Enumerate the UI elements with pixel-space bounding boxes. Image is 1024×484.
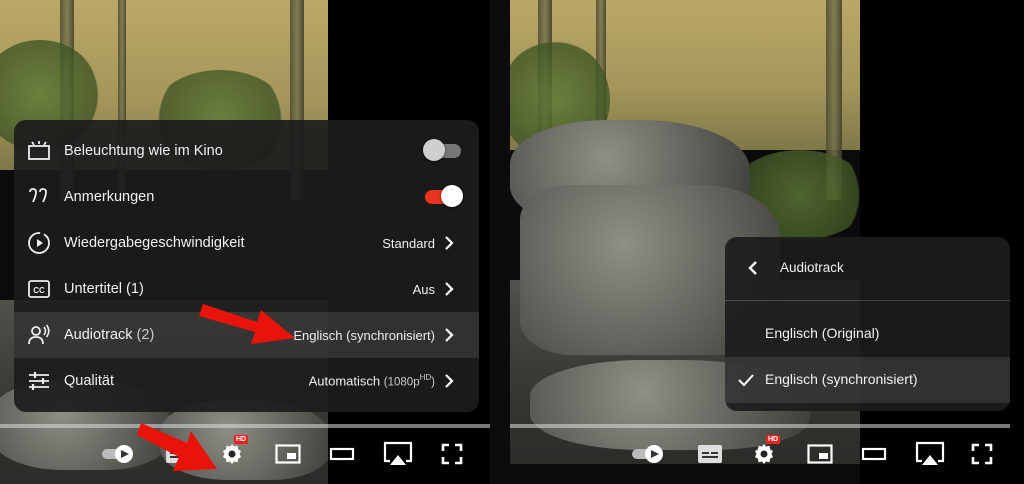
menu-item-quality[interactable]: Qualität Automatisch (1080pHD) bbox=[14, 358, 479, 404]
image-divider bbox=[490, 0, 510, 484]
airplay-button[interactable] bbox=[378, 432, 418, 476]
annotations-icon bbox=[26, 184, 52, 210]
quality-resolution-close: ) bbox=[431, 376, 435, 389]
progress-bar[interactable] bbox=[0, 424, 490, 428]
menu-item-label: Untertitel (1) bbox=[64, 281, 144, 297]
menu-item-value: Standard bbox=[382, 235, 435, 251]
chevron-right-icon bbox=[445, 374, 454, 388]
quality-icon bbox=[26, 368, 52, 394]
menu-item-value: Englisch (synchronisiert) bbox=[293, 327, 435, 343]
audio-option-label: Englisch (synchronisiert) bbox=[765, 371, 918, 387]
hd-badge: HD bbox=[234, 435, 249, 444]
menu-item-label: Beleuchtung wie im Kino bbox=[64, 143, 223, 159]
miniplayer-button[interactable] bbox=[268, 432, 308, 476]
chevron-right-icon bbox=[445, 328, 454, 342]
annotation-arrow-audiotrack bbox=[199, 304, 295, 344]
hd-badge: HD bbox=[766, 435, 781, 444]
settings-button[interactable]: HD bbox=[744, 432, 784, 476]
menu-item-playback-speed[interactable]: Wiedergabegeschwindigkeit Standard bbox=[14, 220, 479, 266]
menu-item-label-group: Audiotrack (2) bbox=[64, 327, 154, 343]
chevron-left-icon[interactable] bbox=[745, 260, 761, 276]
player-controls: HD bbox=[510, 432, 1024, 478]
gear-icon bbox=[755, 444, 773, 464]
ambient-mode-icon bbox=[26, 138, 52, 164]
theater-mode-button[interactable] bbox=[854, 432, 894, 476]
right-video-player[interactable]: Audiotrack Englisch (Original) Englisch … bbox=[510, 0, 1024, 484]
chevron-right-icon bbox=[445, 282, 454, 296]
fullscreen-button[interactable] bbox=[962, 432, 1002, 476]
autoplay-toggle[interactable] bbox=[100, 432, 140, 476]
menu-item-label: Anmerkungen bbox=[64, 189, 155, 205]
menu-item-value-group: Automatisch (1080pHD) bbox=[309, 373, 435, 388]
menu-item-label: Wiedergabegeschwindigkeit bbox=[64, 235, 245, 251]
menu-item-value: Aus bbox=[412, 281, 435, 297]
menu-item-label: Qualität bbox=[64, 373, 114, 389]
player-controls: HD bbox=[0, 432, 490, 478]
airplay-button[interactable] bbox=[910, 432, 950, 476]
settings-menu: Beleuchtung wie im Kino Anmerkungen Wied… bbox=[14, 120, 479, 412]
progress-bar[interactable] bbox=[510, 424, 1010, 428]
audio-track-menu: Audiotrack Englisch (Original) Englisch … bbox=[725, 237, 1010, 411]
hd-superscript: HD bbox=[419, 373, 432, 383]
audio-menu-title: Audiotrack bbox=[780, 260, 844, 275]
menu-item-annotations[interactable]: Anmerkungen bbox=[14, 174, 479, 220]
audio-option-original[interactable]: Englisch (Original) bbox=[725, 311, 1010, 357]
menu-item-label: Audiotrack bbox=[64, 327, 133, 343]
ambient-mode-toggle[interactable] bbox=[423, 139, 461, 161]
annotation-arrow-settings bbox=[137, 423, 217, 471]
audio-track-icon bbox=[26, 322, 52, 348]
subtitles-icon: CC bbox=[26, 276, 52, 302]
miniplayer-button[interactable] bbox=[800, 432, 840, 476]
menu-item-value: Automatisch bbox=[308, 373, 381, 389]
chevron-right-icon bbox=[445, 236, 454, 250]
quality-resolution: (1080p bbox=[383, 376, 420, 389]
menu-item-ambient-mode[interactable]: Beleuchtung wie im Kino bbox=[14, 128, 479, 174]
playback-speed-icon bbox=[26, 230, 52, 256]
left-video-player[interactable]: Beleuchtung wie im Kino Anmerkungen Wied… bbox=[0, 0, 490, 484]
menu-item-count: (2) bbox=[136, 327, 155, 343]
subtitles-button[interactable] bbox=[690, 432, 730, 476]
audio-option-dubbed[interactable]: Englisch (synchronisiert) bbox=[725, 357, 1010, 403]
svg-text:CC: CC bbox=[33, 286, 45, 295]
annotations-toggle[interactable] bbox=[425, 185, 463, 207]
fullscreen-button[interactable] bbox=[432, 432, 472, 476]
audio-menu-header[interactable]: Audiotrack bbox=[725, 237, 1010, 301]
checkmark-icon bbox=[738, 374, 754, 387]
theater-mode-button[interactable] bbox=[322, 432, 362, 476]
autoplay-toggle[interactable] bbox=[630, 432, 670, 476]
audio-option-label: Englisch (Original) bbox=[765, 325, 880, 341]
